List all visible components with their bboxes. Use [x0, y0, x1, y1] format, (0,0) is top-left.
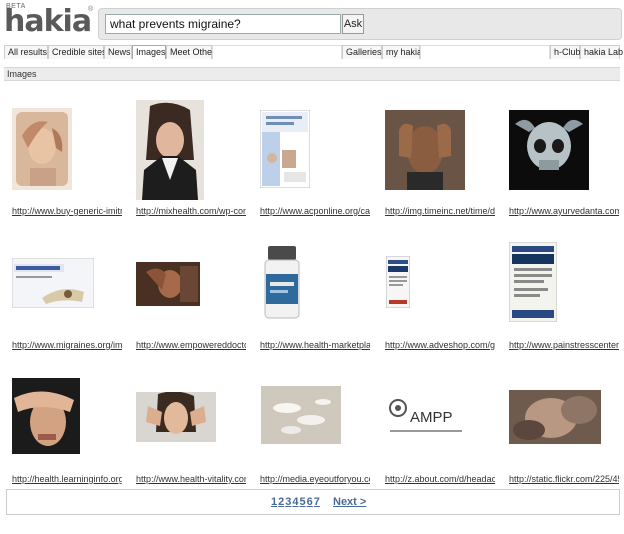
result-url[interactable]: http://www.health-marketplace	[260, 340, 370, 350]
header: BETA hakia ® Ask	[0, 0, 624, 44]
section-title: Images	[7, 69, 37, 79]
xray-skull-photo[interactable]	[509, 110, 589, 190]
registered-mark: ®	[88, 6, 94, 13]
next-page-link[interactable]: Next >	[333, 496, 366, 508]
page-links: 1234567	[271, 496, 321, 508]
pagination: 1234567 Next >	[6, 489, 620, 515]
tab-hakia-lab[interactable]: hakia Lab	[580, 45, 623, 59]
result-url[interactable]: http://z.about.com/d/headache	[385, 474, 495, 484]
page-link[interactable]: 7	[314, 496, 320, 508]
man-holding-head-photo[interactable]	[385, 110, 465, 190]
result-url[interactable]: http://www.ayurvedanta.com/ir	[509, 206, 619, 216]
result-url[interactable]: http://www.acponline.org/catal	[260, 206, 370, 216]
result-url[interactable]: http://www.buy-generic-imitrex	[12, 206, 122, 216]
blurred-photo[interactable]	[509, 390, 601, 444]
managing-migraine-booklet[interactable]	[260, 110, 310, 188]
tab-credible-sites[interactable]: Credible sites	[48, 45, 107, 59]
search-bar: Ask	[98, 8, 622, 40]
tab-spacer-2	[420, 45, 550, 59]
search-input[interactable]	[105, 14, 341, 34]
result-url[interactable]: http://www.painstresscenter.c	[509, 340, 619, 350]
tab-my-hakia[interactable]: my hakia	[382, 45, 422, 59]
result-url[interactable]: http://www.health-vitality.com/	[136, 474, 246, 484]
page-link[interactable]: 6	[307, 496, 313, 508]
tab-bar: All results Credible sites News Images M…	[4, 45, 623, 59]
result-url[interactable]: http://img.timeinc.net/time/dai	[385, 206, 495, 216]
tab-news[interactable]: News	[104, 45, 132, 59]
tab-all-results[interactable]: All results	[4, 45, 48, 59]
page-link[interactable]: 4	[292, 496, 298, 508]
woman-holding-head-photo[interactable]	[12, 108, 72, 190]
result-url[interactable]: http://media.eyeoutforyou.com	[260, 474, 370, 484]
result-url[interactable]: http://www.empowereddoctor.c	[136, 340, 246, 350]
page-link[interactable]: 3	[285, 496, 291, 508]
feverfew-bottle[interactable]	[262, 244, 302, 322]
magnesium-book-small[interactable]	[386, 256, 410, 308]
hakia-logo[interactable]: BETA hakia ®	[4, 2, 94, 39]
woman-rubbing-temples-photo[interactable]	[136, 392, 216, 442]
result-url[interactable]: http://mixhealth.com/wp-conte	[136, 206, 246, 216]
logo-wordmark: hakia	[4, 4, 92, 39]
page-link[interactable]: 1	[271, 496, 277, 508]
magnesium-solution-book[interactable]	[509, 242, 557, 322]
svg-text:AMPP: AMPP	[410, 409, 453, 426]
person-headache-photo[interactable]	[136, 262, 200, 306]
tab-h-club[interactable]: h-Club	[550, 45, 581, 59]
white-pills-photo[interactable]	[261, 386, 341, 444]
result-url[interactable]: http://www.adveshop.com/goir	[385, 340, 495, 350]
page-link[interactable]: 5	[300, 496, 306, 508]
tab-images[interactable]: Images	[132, 45, 166, 59]
result-url[interactable]: http://health.learninginfo.org/n	[12, 474, 122, 484]
woman-in-pain-photo[interactable]	[136, 100, 204, 200]
ampp-logo[interactable]: AMPP	[386, 394, 466, 440]
result-url[interactable]: http://www.migraines.org/imag	[12, 340, 122, 350]
tab-meet-others[interactable]: Meet Others	[166, 45, 220, 59]
tab-spacer	[212, 45, 342, 59]
migraine-prevent-box[interactable]	[12, 258, 94, 308]
tab-galleries[interactable]: Galleries	[342, 45, 382, 59]
result-url[interactable]: http://static.flickr.com/225/457	[509, 474, 619, 484]
ask-button[interactable]: Ask	[342, 14, 364, 34]
page-link[interactable]: 2	[278, 496, 284, 508]
section-header: Images	[4, 67, 620, 81]
woman-hand-on-forehead-photo[interactable]	[12, 378, 80, 454]
